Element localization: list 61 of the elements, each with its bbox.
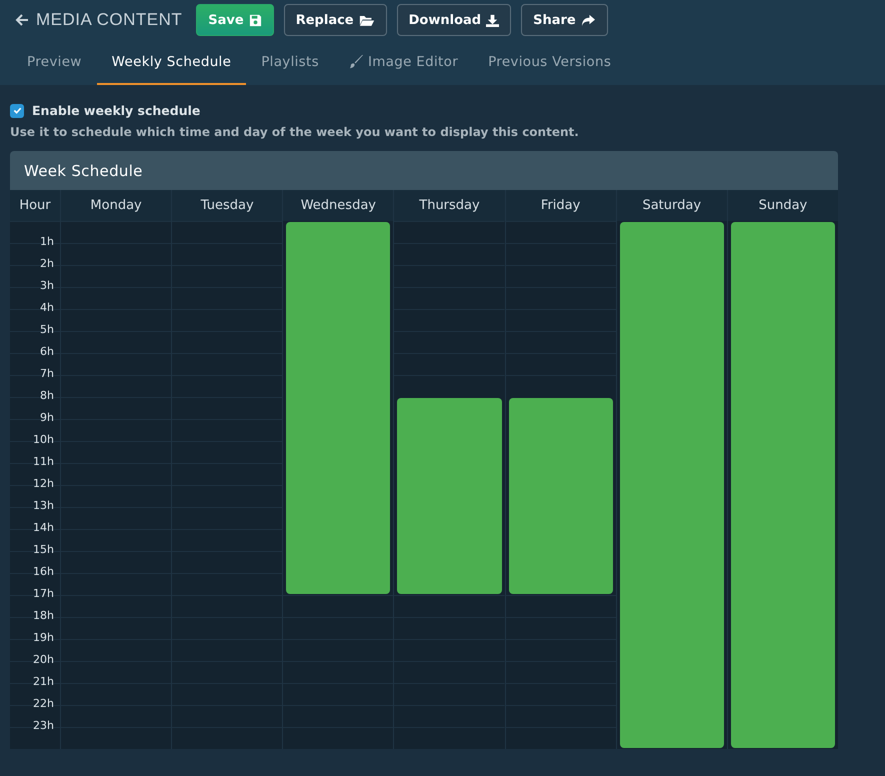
schedule-slot[interactable] [730, 727, 835, 748]
tab[interactable]: Playlists [246, 40, 334, 85]
header-button[interactable]: Replace [284, 4, 387, 36]
header-button[interactable]: Save [196, 4, 274, 36]
hour-label: 18h [33, 609, 54, 622]
hour-label: 2h [40, 257, 54, 270]
schedule-slot[interactable] [286, 573, 390, 594]
tab[interactable]: Preview [12, 40, 97, 85]
schedule-slot[interactable] [397, 573, 502, 594]
hour-label: 6h [40, 345, 54, 358]
card-title: Week Schedule [24, 162, 143, 180]
column-header: Monday [60, 190, 172, 221]
hour-label: 21h [33, 675, 54, 688]
checkbox[interactable] [10, 104, 24, 118]
column-header: Hour [10, 190, 60, 221]
column-header: Tuesday [171, 190, 282, 221]
hour-label: 8h [40, 389, 54, 402]
download-icon [486, 14, 500, 26]
schedule-slot[interactable] [730, 222, 835, 243]
hour-label: 22h [33, 697, 54, 710]
schedule-slot[interactable] [508, 573, 613, 594]
hour-label: 16h [33, 565, 54, 578]
column-header: Sunday [726, 190, 838, 221]
hour-label: 3h [40, 279, 54, 292]
schedule-slot[interactable] [286, 222, 390, 243]
hour-label: 19h [33, 631, 54, 644]
hour-label: 20h [33, 653, 54, 666]
column-header: Friday [504, 190, 616, 221]
hour-label: 10h [33, 433, 54, 446]
hour-label: 13h [33, 499, 54, 512]
page-title: MEDIA CONTENT [36, 10, 182, 30]
paintbrush-icon [348, 54, 364, 69]
hour-label: 1h [40, 235, 54, 248]
hour-label: 7h [40, 367, 54, 380]
hour-label: 23h [33, 719, 54, 732]
schedule-slot[interactable] [620, 727, 724, 748]
description-text: Use it to schedule which time and day of the week you want to display this content. [10, 125, 580, 139]
schedule-slot[interactable] [508, 398, 613, 419]
hour-label: 11h [33, 455, 54, 468]
checkmark-icon [12, 106, 22, 115]
hour-label: 4h [40, 301, 54, 314]
schedule-slot[interactable] [397, 398, 502, 419]
share-arrow-icon [580, 14, 596, 26]
tab[interactable]: Weekly Schedule [96, 40, 246, 85]
schedule-slot[interactable] [620, 222, 724, 243]
tab[interactable]: Image Editor [334, 40, 474, 85]
hour-label: 17h [33, 587, 54, 600]
header-button[interactable]: Download [396, 4, 512, 36]
hour-label: 9h [40, 411, 54, 424]
hour-label: 5h [40, 323, 54, 336]
hour-label: 14h [33, 521, 54, 534]
column-header: Thursday [393, 190, 505, 221]
tab[interactable]: Previous Versions [473, 40, 626, 85]
header-button[interactable]: Share [521, 4, 608, 36]
folder-icon [358, 14, 375, 26]
hour-label: 12h [33, 477, 54, 490]
checkbox-label: Enable weekly schedule [32, 103, 200, 118]
column-header: Saturday [616, 190, 727, 221]
back-arrow-icon[interactable] [14, 12, 30, 28]
column-header: Wednesday [282, 190, 394, 221]
hour-label: 15h [33, 543, 54, 556]
